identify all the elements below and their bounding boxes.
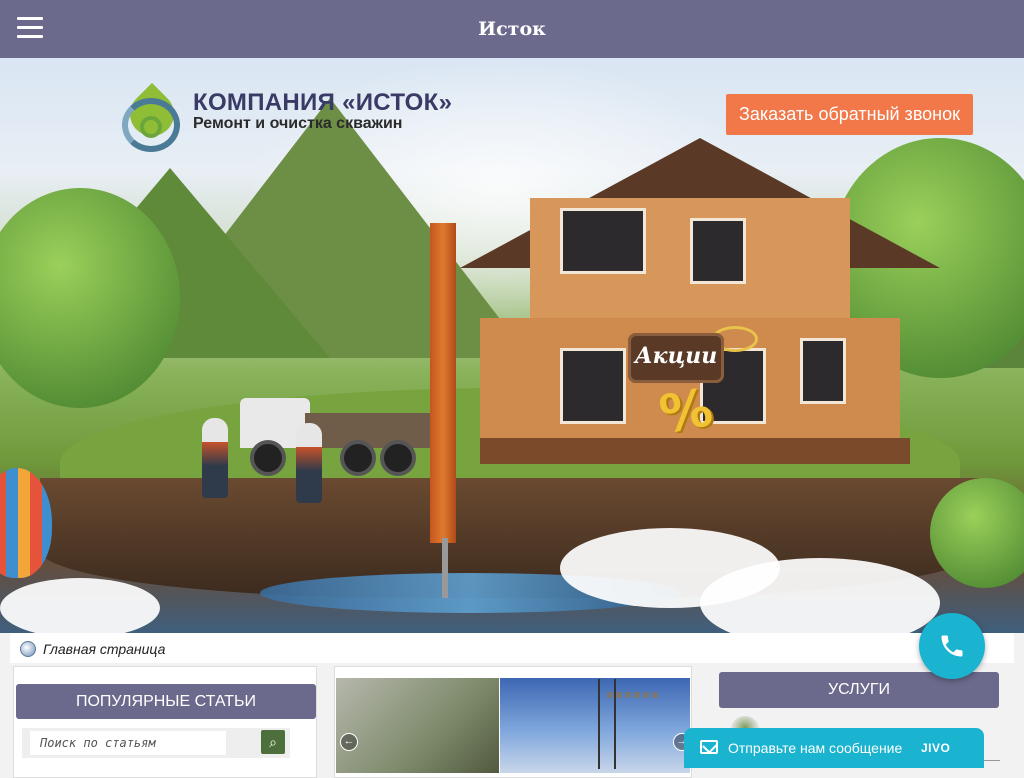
promo-label: Акции	[634, 343, 718, 369]
worker	[296, 423, 322, 503]
article-search-input[interactable]	[30, 731, 226, 755]
drilling-rig	[430, 223, 456, 543]
promo-badge[interactable]: Акции	[628, 333, 724, 383]
image-slider: ← →	[334, 666, 692, 778]
popular-articles-panel: ПОПУЛЯРНЫЕ СТАТЬИ ⌕	[13, 666, 317, 778]
top-bar: Исток	[0, 0, 1024, 58]
breadcrumb: Главная страница	[10, 633, 1014, 663]
well-pipe	[442, 538, 448, 598]
slide-image-oil-rig[interactable]	[500, 678, 690, 773]
site-title: Исток	[478, 18, 546, 40]
slider-dot[interactable]	[616, 692, 622, 698]
slider-dot[interactable]	[634, 692, 640, 698]
worker	[202, 418, 228, 498]
slider-dot[interactable]	[625, 692, 631, 698]
chat-widget[interactable]: Отправьте нам сообщение JIVO	[684, 728, 984, 768]
slide-image-pump[interactable]	[336, 678, 499, 773]
chat-label: Отправьте нам сообщение	[728, 740, 903, 756]
company-logo-icon[interactable]	[120, 78, 184, 152]
drilling-truck	[240, 398, 430, 476]
popular-articles-title: ПОПУЛЯРНЫЕ СТАТЬИ	[16, 684, 316, 719]
company-name[interactable]: КОМПАНИЯ «ИСТОК»	[193, 89, 452, 117]
slider-dots	[607, 685, 661, 703]
jivo-logo: JIVO	[921, 741, 951, 755]
search-icon[interactable]: ⌕	[261, 730, 285, 754]
company-tagline: Ремонт и очистка скважин	[193, 115, 403, 132]
slider-prev-icon[interactable]: ←	[340, 733, 358, 751]
slider-dot[interactable]	[652, 692, 658, 698]
cloud	[0, 578, 160, 633]
slider-dot[interactable]	[643, 692, 649, 698]
tree	[930, 478, 1024, 588]
breadcrumb-home[interactable]: Главная страница	[43, 641, 165, 657]
callback-button[interactable]: Заказать обратный звонок	[726, 94, 973, 135]
phone-icon	[941, 635, 963, 657]
globe-icon	[20, 641, 36, 657]
slider-dot[interactable]	[607, 692, 613, 698]
article-search	[22, 728, 290, 758]
percent-icon[interactable]: %	[655, 378, 717, 446]
phone-call-button[interactable]	[919, 613, 985, 679]
envelope-icon	[700, 740, 718, 754]
